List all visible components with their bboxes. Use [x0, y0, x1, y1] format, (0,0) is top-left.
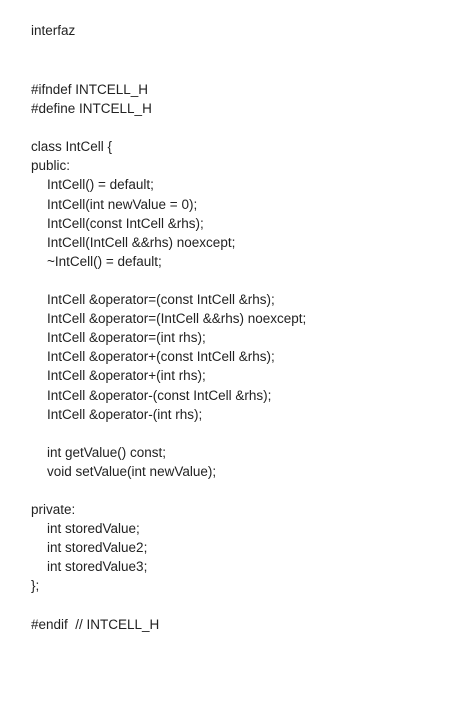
- code-line: IntCell &operator-(int rhs);: [47, 406, 203, 422]
- code-line: ~IntCell() = default;: [47, 253, 162, 269]
- code-line: };: [31, 578, 40, 594]
- code-line: int storedValue;: [47, 521, 140, 537]
- code-line: IntCell &operator=(IntCell &&rhs) noexce…: [47, 311, 307, 327]
- code-line: IntCell &operator=(const IntCell &rhs);: [47, 292, 275, 308]
- code-line: #ifndef INTCELL_H: [31, 82, 149, 97]
- document-title: interfaz: [31, 23, 76, 38]
- code-line: IntCell &operator+(int rhs);: [47, 368, 206, 384]
- code-block: #ifndef INTCELL_H #define INTCELL_Hclass …: [31, 80, 461, 634]
- code-line: int storedValue3;: [47, 559, 148, 575]
- code-line: #endif // INTCELL_H: [31, 616, 160, 632]
- code-line: IntCell &operator-(const IntCell &rhs);: [47, 387, 272, 403]
- code-line: IntCell(const IntCell &rhs);: [47, 215, 204, 231]
- code-line: IntCell() = default;: [47, 177, 154, 193]
- code-line: IntCell &operator=(int rhs);: [47, 330, 206, 346]
- code-line: #define INTCELL_H: [31, 101, 152, 117]
- code-line: class IntCell {: [31, 139, 113, 155]
- code-line: IntCell(int newValue = 0);: [47, 196, 198, 212]
- code-line: void setValue(int newValue);: [47, 463, 217, 479]
- code-line: private:: [31, 502, 76, 518]
- code-line: int storedValue2;: [47, 540, 148, 556]
- code-line: int getValue() const;: [47, 444, 167, 460]
- code-line: IntCell &operator+(const IntCell &rhs);: [47, 349, 275, 365]
- document-body: interfaz #ifndef INTCELL_H #define INTCEL…: [31, 21, 461, 634]
- code-line: IntCell(IntCell &&rhs) noexcept;: [47, 234, 236, 250]
- code-line: public:: [31, 158, 71, 174]
